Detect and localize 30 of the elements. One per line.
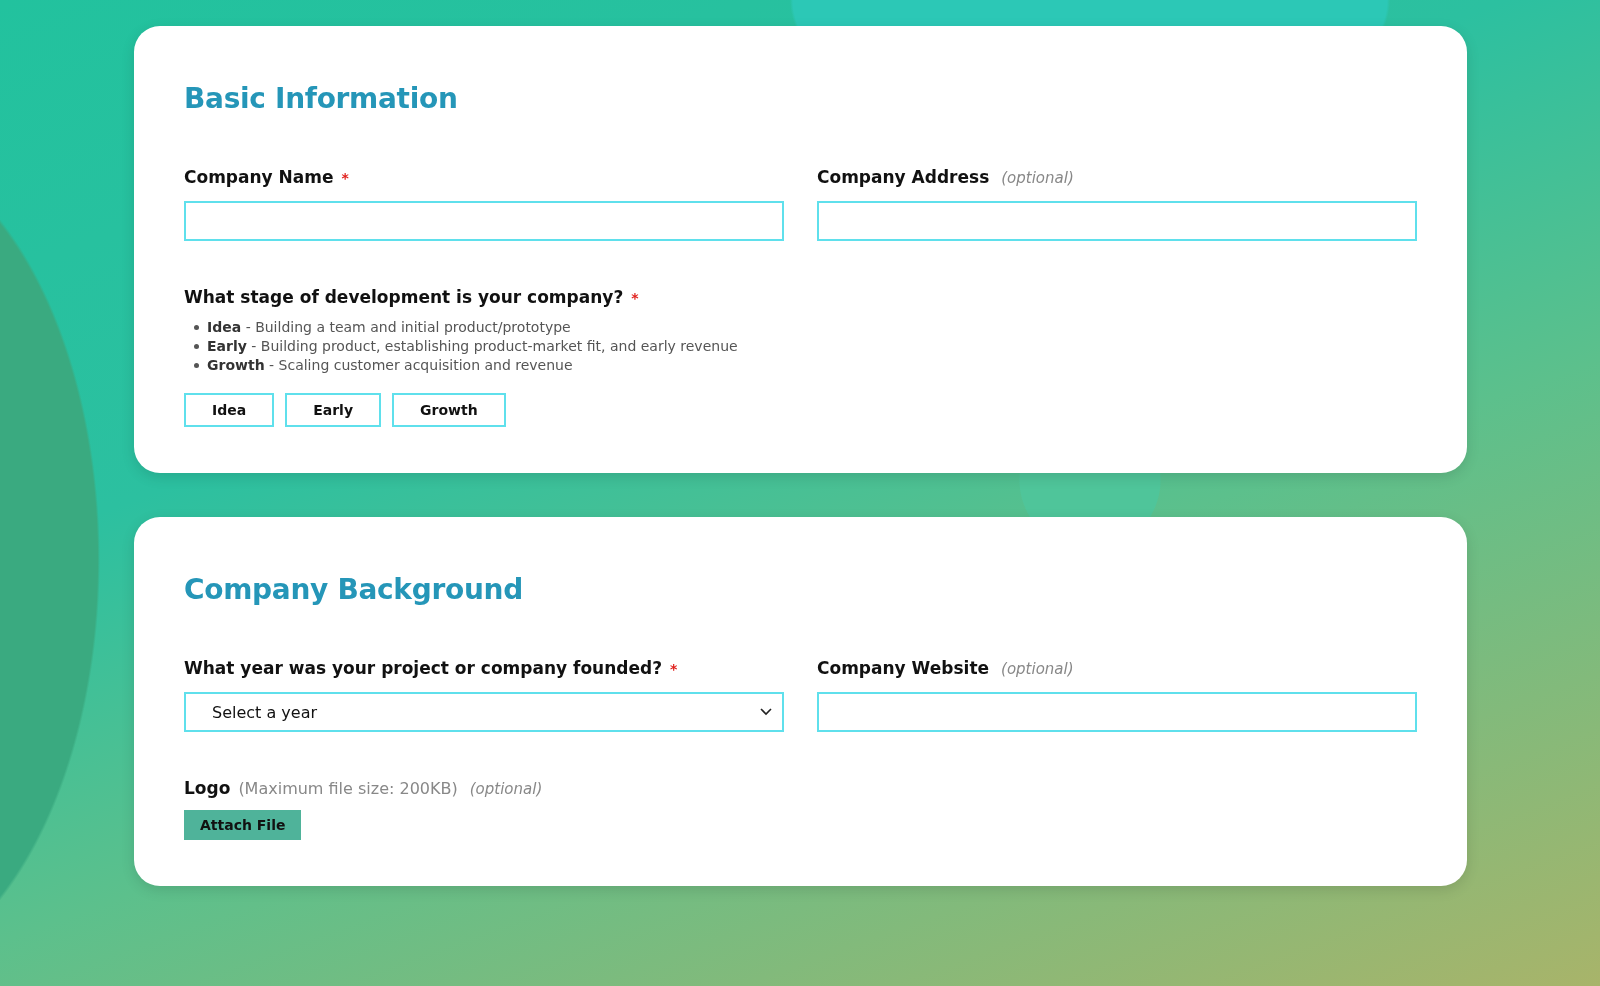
stage-description: Idea - Building a team and initial product/prototype bbox=[207, 319, 571, 335]
required-mark: * bbox=[670, 661, 678, 677]
year-dropdown[interactable]: Select a year bbox=[184, 692, 784, 732]
section-title: Basic Information bbox=[184, 82, 459, 115]
bullet-icon bbox=[194, 324, 199, 330]
chevron-down-icon bbox=[760, 708, 772, 716]
field-label: What stage of development is your company? bbox=[184, 287, 624, 307]
optional-note: (optional) bbox=[1001, 169, 1074, 187]
field-label: What year was your project or company founded? bbox=[184, 658, 663, 678]
stage-description: Early - Building product, establishing product-market fit, and early revenue bbox=[207, 338, 738, 354]
optional-note: (optional) bbox=[469, 780, 543, 798]
bullet-icon bbox=[194, 343, 199, 349]
bullet-icon bbox=[194, 362, 199, 368]
stage-option-button[interactable]: Growth bbox=[392, 393, 506, 427]
stage-description: Growth - Scaling customer acquisition and revenue bbox=[207, 357, 573, 373]
required-mark: * bbox=[631, 290, 639, 306]
optional-note: (optional) bbox=[1001, 660, 1074, 678]
field-label: Company Address bbox=[817, 167, 990, 187]
field-label: Company Website bbox=[817, 658, 990, 678]
attach-file-button[interactable]: Attach File bbox=[184, 810, 302, 840]
stage-option-button[interactable]: Idea bbox=[184, 393, 275, 427]
section-title: Company Background bbox=[184, 573, 524, 606]
text-field[interactable] bbox=[817, 201, 1417, 241]
field-hint: (Maximum file size: 200KB) bbox=[238, 779, 458, 798]
text-field[interactable] bbox=[184, 201, 784, 241]
field-label: Logo bbox=[184, 778, 231, 798]
field-label: Company Name bbox=[184, 167, 334, 187]
stage-option-button[interactable]: Early bbox=[285, 393, 382, 427]
required-mark: * bbox=[341, 170, 349, 186]
text-field[interactable] bbox=[817, 692, 1417, 732]
